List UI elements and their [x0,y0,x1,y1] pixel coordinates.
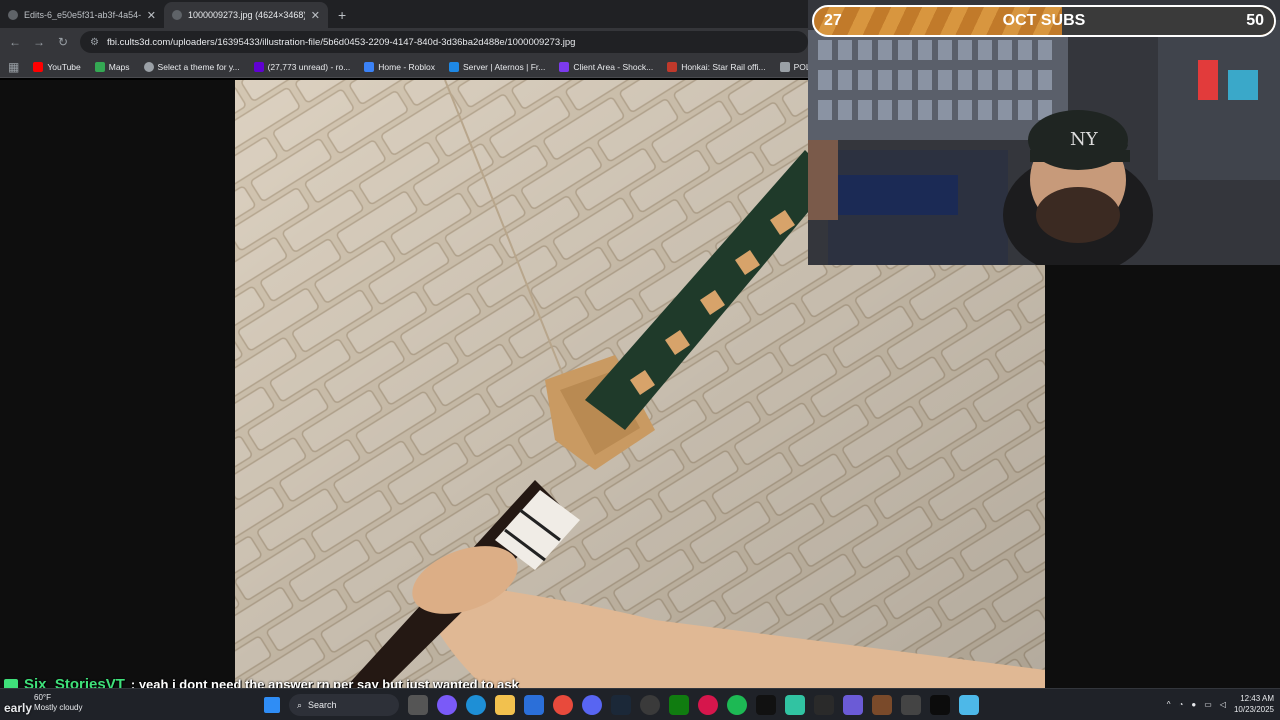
search-icon: ⌕ [297,699,303,710]
maps-icon [94,61,105,72]
tab-edits[interactable]: Edits-6_e50e5f31-ab3f-4a54-9 ✕ [0,2,164,28]
weather-widget[interactable]: 60°F Mostly cloudy early [4,693,82,715]
bookmark-maps[interactable]: Maps [94,61,130,72]
bookmark-honkai[interactable]: Honkai: Star Rail offi... [667,61,766,72]
tab-image[interactable]: 1000009273.jpg (4624×3468) ✕ [164,2,328,28]
search-box[interactable]: ⌕ Search [289,694,399,716]
spotify-icon[interactable] [727,695,747,715]
tab-title: 1000009273.jpg (4624×3468) [188,10,305,20]
tab-strip: Edits-6_e50e5f31-ab3f-4a54-9 ✕ 100000927… [0,0,808,28]
chevron-up-icon[interactable]: ^ [1167,700,1171,709]
tab-title: Edits-6_e50e5f31-ab3f-4a54-9 [24,10,141,20]
site-info-icon[interactable]: ⚙ [90,37,99,48]
chrome-icon[interactable] [553,695,573,715]
roblox-icon [364,61,375,72]
url-text: fbi.cults3d.com/uploaders/16395433/illus… [106,36,576,48]
mail-icon [253,61,264,72]
youtube-icon [33,61,44,72]
close-icon[interactable]: ✕ [311,9,320,22]
chrome-icon [143,61,154,72]
server-icon [448,61,459,72]
file-explorer-icon[interactable] [495,695,515,715]
discord-icon[interactable] [582,695,602,715]
volume-icon[interactable]: ◁ [1220,700,1226,709]
webcam-feed: NY [808,0,1280,265]
opera-icon[interactable] [698,695,718,715]
shock-icon [559,61,570,72]
screen: Edits-6_e50e5f31-ab3f-4a54-9 ✕ 100000927… [0,0,1280,720]
honkai-icon [667,61,678,72]
bookmark-youtube[interactable]: YouTube [33,61,81,72]
new-tab-button[interactable]: + [328,2,356,28]
headset-app-icon[interactable] [901,695,921,715]
store-icon[interactable] [524,695,544,715]
terminal-icon[interactable] [930,695,950,715]
sub-goal-bar: 27 OCT SUBS 50 [812,5,1276,37]
address-bar[interactable]: ⚙ fbi.cults3d.com/uploaders/16395433/ill… [80,31,808,53]
sub-goal-remaining [1062,7,1274,35]
globe-icon [8,10,18,20]
sub-goal-label: OCT SUBS [1002,12,1086,29]
sub-goal-target: 50 [1246,12,1264,29]
bookmark-aternos[interactable]: Server | Aternos | Fr... [448,61,545,72]
apps-grid-icon[interactable]: ▦ [8,60,19,74]
task-view-icon[interactable] [408,695,428,715]
microphone-icon[interactable]: ● [1191,700,1196,709]
polygon-icon [779,61,790,72]
search-label: Search [308,700,337,710]
clock-date: 10/23/2025 [1233,705,1274,714]
snipping-icon[interactable] [959,695,979,715]
streamlabs-icon[interactable] [785,695,805,715]
bookmark-mail[interactable]: (27,773 unread) - ro... [253,61,350,72]
browser-toolbar: ← → ↻ ⚙ fbi.cults3d.com/uploaders/163954… [0,28,808,56]
close-icon[interactable]: ✕ [147,9,156,22]
bookmark-roblox[interactable]: Home - Roblox [364,61,435,72]
display-icon[interactable]: ▭ [1204,700,1212,709]
clock-time: 12:43 AM [1240,694,1274,703]
taskbar-apps: ⌕ Search [264,693,979,717]
globe-icon [172,10,182,20]
svg-text:NY: NY [1070,129,1099,150]
notes-icon[interactable] [843,695,863,715]
bookmark-theme[interactable]: Select a theme for y... [143,61,240,72]
overlay-text: early [4,701,33,715]
sub-goal-current: 27 [824,12,842,29]
start-icon[interactable] [264,697,280,713]
copilot-icon[interactable] [437,695,457,715]
obs-icon[interactable] [640,695,660,715]
edge-icon[interactable] [466,695,486,715]
clock[interactable]: 12:43 AM 10/23/2025 [1234,693,1274,715]
network-icon[interactable]: ◔ [1179,700,1184,709]
game-app-icon[interactable] [872,695,892,715]
bookmarks-bar: ▦ YouTube Maps Select a theme for y... (… [0,56,868,78]
webcam-image: NY [808,0,1280,265]
capcut-icon[interactable] [756,695,776,715]
forward-icon[interactable]: → [32,35,46,49]
reload-icon[interactable]: ↻ [56,35,70,49]
epic-games-icon[interactable] [814,695,834,715]
bookmark-shock[interactable]: Client Area - Shock... [559,61,653,72]
system-tray: ^ ◔ ● ▭ ◁ 12:43 AM 10/23/2025 [1167,693,1274,715]
back-icon[interactable]: ← [8,35,22,49]
steam-icon[interactable] [611,695,631,715]
taskbar: 60°F Mostly cloudy early ⌕ Search ^ ◔ ● … [0,688,1280,720]
xbox-icon[interactable] [669,695,689,715]
